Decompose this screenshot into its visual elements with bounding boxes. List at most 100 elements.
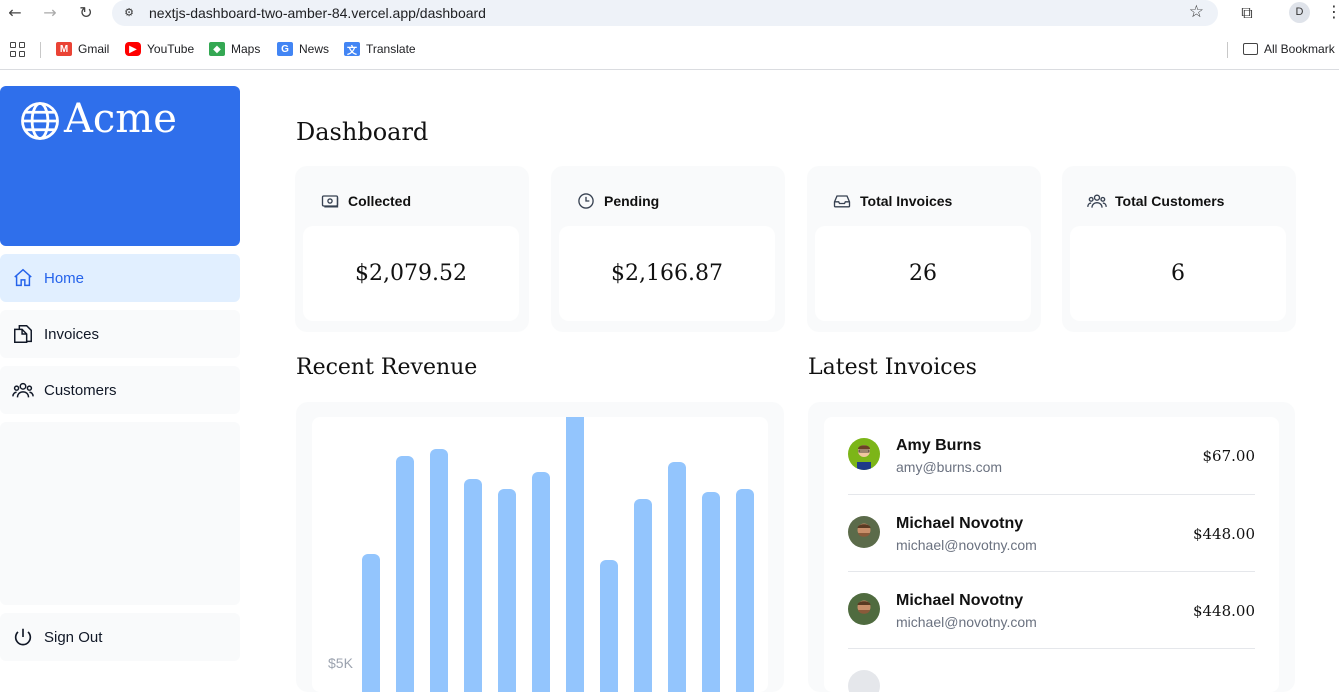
translate-icon: 文 — [344, 42, 360, 57]
revenue-chart-panel: $5K — [296, 402, 784, 692]
card-label: Total Invoices — [860, 193, 953, 209]
chrome-divider — [0, 69, 1339, 70]
avatar — [848, 438, 880, 470]
browser-toolbar: ← → ↻ ⚙ nextjs-dashboard-two-amber-84.ve… — [0, 0, 1339, 26]
customer-name: Michael Novotny — [896, 515, 1024, 532]
banknotes-icon — [321, 195, 339, 208]
card-total-customers: Total Customers 6 — [1062, 166, 1296, 332]
forward-icon[interactable]: → — [40, 3, 60, 23]
revenue-bar — [702, 492, 720, 692]
revenue-bar — [600, 560, 618, 692]
customer-email: michael@novotny.com — [896, 614, 1037, 630]
revenue-bar — [668, 462, 686, 692]
revenue-bar — [532, 472, 550, 692]
invoice-row[interactable]: Michael Novotny michael@novotny.com $448… — [848, 494, 1255, 571]
youtube-icon: ▶ — [125, 42, 141, 56]
invoice-amount: $67.00 — [1202, 447, 1256, 465]
browser-menu-icon[interactable]: ⋮ — [1326, 2, 1339, 21]
all-bookmarks-label: All Bookmark — [1264, 42, 1335, 56]
card-label: Collected — [348, 193, 412, 209]
customer-name: Amy Burns — [896, 437, 982, 454]
y-tick-label: $5K — [328, 655, 353, 671]
latest-invoices-title: Latest Invoices — [808, 355, 977, 380]
home-icon — [14, 268, 32, 287]
bookmark-label: Gmail — [78, 42, 110, 56]
sidebar-item-label: Home — [44, 269, 85, 287]
sidebar-item-label: Invoices — [44, 325, 100, 343]
inbox-icon — [833, 195, 851, 208]
folder-icon — [1243, 43, 1258, 55]
extensions-icon[interactable]: ⧉ — [1236, 2, 1258, 24]
customer-email: amy@burns.com — [896, 459, 1003, 475]
bookmark-label: Translate — [366, 42, 416, 56]
maps-icon: ◆ — [209, 42, 225, 56]
customer-email: michael@novotny.com — [896, 537, 1037, 553]
back-icon[interactable]: ← — [5, 3, 25, 23]
avatar — [848, 670, 880, 692]
card-value: $2,166.87 — [559, 226, 775, 321]
clock-icon — [578, 193, 594, 209]
bookmarks-separator — [40, 42, 41, 58]
bookmark-maps[interactable]: ◆ Maps — [209, 40, 260, 58]
users-icon — [1087, 194, 1107, 208]
card-header: Collected — [320, 191, 411, 211]
avatar — [848, 516, 880, 548]
revenue-bar — [634, 498, 652, 692]
sidebar-item-home[interactable]: Home — [0, 254, 240, 302]
address-bar[interactable]: ⚙ nextjs-dashboard-two-amber-84.vercel.a… — [112, 0, 1218, 26]
bookmark-youtube[interactable]: ▶ YouTube — [125, 40, 194, 58]
bookmark-label: News — [299, 42, 330, 56]
globe-icon — [21, 102, 59, 140]
card-value: 6 — [1070, 226, 1286, 321]
recent-revenue-title: Recent Revenue — [296, 355, 478, 380]
apps-grid-icon[interactable] — [10, 42, 25, 57]
sidebar-spacer — [0, 422, 240, 605]
invoice-row[interactable]: Michael Novotny michael@novotny.com $448… — [848, 571, 1255, 648]
users-icon — [12, 382, 34, 398]
sign-out-button[interactable]: Sign Out — [0, 613, 240, 661]
invoice-amount: $448.00 — [1192, 602, 1255, 620]
bookmarks-bar: M Gmail ▶ YouTube ◆ Maps G News 文 Transl… — [0, 36, 1339, 62]
invoice-row-partial[interactable] — [848, 648, 1255, 692]
card-pending: Pending $2,166.87 — [551, 166, 785, 332]
site-info-icon[interactable]: ⚙ — [120, 4, 138, 22]
revenue-bar — [736, 488, 754, 692]
bookmark-gmail[interactable]: M Gmail — [56, 40, 109, 58]
invoice-row[interactable]: Amy Burns amy@burns.com $67.00 — [848, 417, 1255, 494]
url-text[interactable]: nextjs-dashboard-two-amber-84.vercel.app… — [149, 5, 486, 21]
revenue-bar — [566, 417, 584, 692]
sidebar-item-invoices[interactable]: Invoices — [0, 310, 240, 358]
document-icon — [14, 325, 32, 343]
latest-invoices-list: Amy Burns amy@burns.com $67.00 Michael N… — [824, 417, 1279, 692]
card-total-invoices: Total Invoices 26 — [807, 166, 1041, 332]
revenue-bar — [362, 553, 380, 692]
card-header: Pending — [576, 191, 659, 211]
bookmark-news[interactable]: G News — [277, 40, 329, 58]
profile-avatar[interactable]: D — [1289, 2, 1310, 23]
latest-invoices-panel: Amy Burns amy@burns.com $67.00 Michael N… — [808, 402, 1295, 692]
revenue-chart: $5K — [312, 417, 768, 692]
avatar — [848, 593, 880, 625]
revenue-bar — [464, 478, 482, 692]
card-value: 26 — [815, 226, 1031, 321]
page-title: Dashboard — [296, 118, 429, 146]
bookmark-label: YouTube — [147, 42, 195, 56]
bookmark-translate[interactable]: 文 Translate — [344, 40, 416, 58]
logo-text: Acme — [64, 96, 177, 142]
revenue-bar — [396, 455, 414, 692]
sidebar-item-customers[interactable]: Customers — [0, 366, 240, 414]
revenue-bar — [498, 488, 516, 692]
card-header: Total Invoices — [832, 191, 952, 211]
card-header: Total Customers — [1087, 191, 1224, 211]
card-label: Pending — [604, 193, 660, 209]
card-label: Total Customers — [1115, 193, 1225, 209]
bookmarks-separator — [1227, 42, 1228, 58]
bookmark-star-icon[interactable]: ☆ — [1189, 2, 1204, 22]
revenue-bar — [430, 448, 448, 692]
customer-name: Michael Novotny — [896, 592, 1024, 609]
sidebar-item-label: Customers — [44, 381, 117, 399]
invoice-amount: $448.00 — [1192, 525, 1255, 543]
all-bookmarks[interactable]: All Bookmark — [1243, 40, 1335, 58]
reload-icon[interactable]: ↻ — [76, 3, 96, 23]
gmail-icon: M — [56, 42, 72, 56]
